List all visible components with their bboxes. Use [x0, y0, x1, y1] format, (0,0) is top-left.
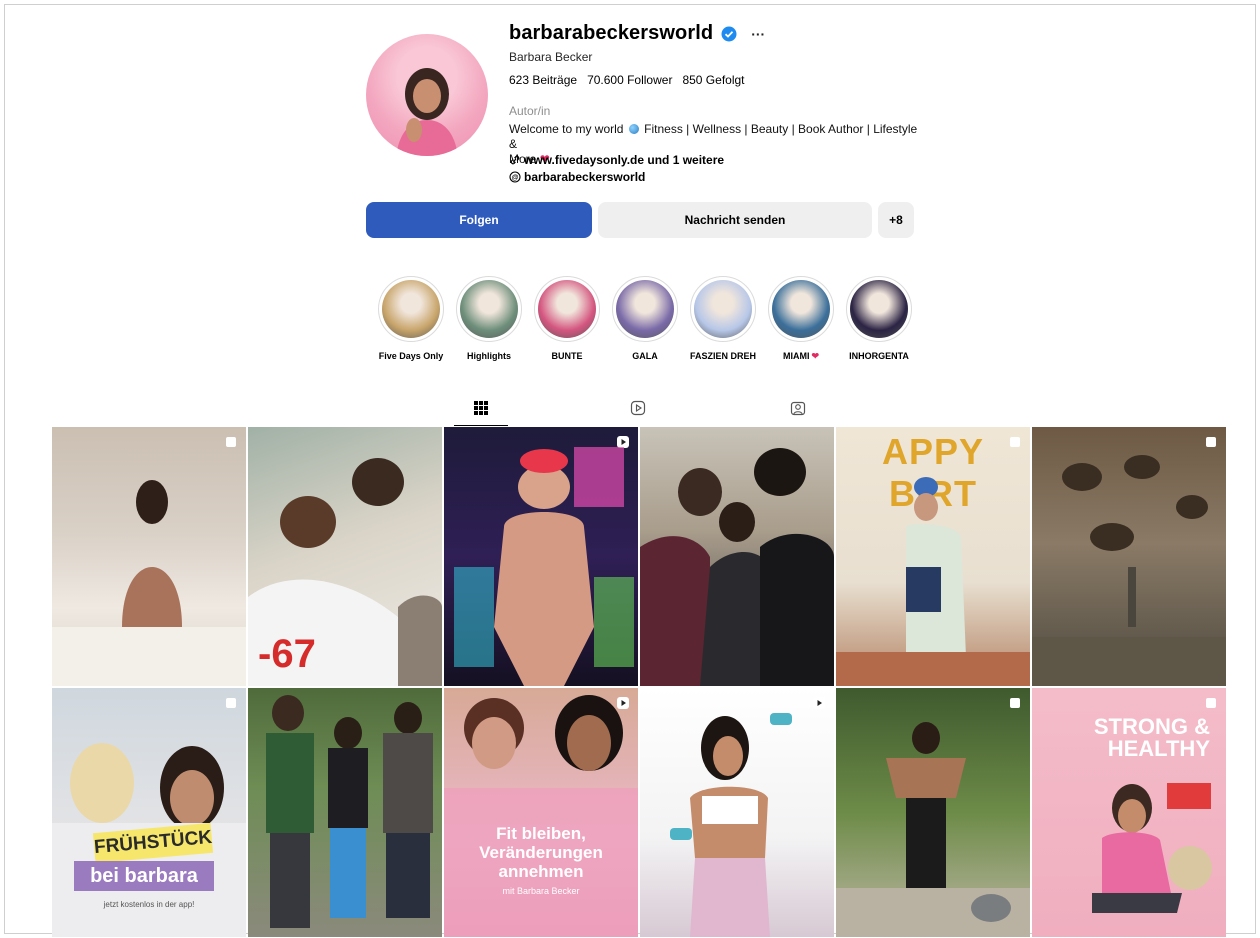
- highlight-ring: [378, 276, 444, 342]
- tab-posts[interactable]: [455, 396, 507, 426]
- username-row: barbarabeckersworld ···: [509, 22, 765, 45]
- highlight-label: GALA: [632, 351, 658, 361]
- highlight-label-row: MIAMI ❤: [762, 351, 840, 362]
- story-highlight[interactable]: GALA: [606, 276, 684, 361]
- active-tab-indicator: [454, 425, 508, 426]
- highlight-cover: [538, 280, 596, 338]
- post-tile[interactable]: FRÜHSTÜCK bei barbara jetzt kostenlos in…: [52, 688, 246, 937]
- post-tile[interactable]: [52, 427, 246, 686]
- post-overlay-subtitle: mit Barbara Becker: [502, 886, 580, 896]
- post-photo-rock-icon: [1032, 455, 1226, 686]
- profile-avatar[interactable]: [366, 34, 488, 156]
- globe-icon: [628, 124, 639, 134]
- post-tile[interactable]: -67: [248, 427, 442, 686]
- tab-tagged[interactable]: [772, 396, 824, 426]
- post-tile[interactable]: [248, 688, 442, 937]
- verified-badge-icon: [721, 26, 737, 41]
- threads-link[interactable]: @ barbarabeckersworld: [509, 170, 645, 184]
- reels-icon: [630, 400, 646, 416]
- post-tile[interactable]: [836, 688, 1030, 937]
- post-photo-figure-icon: [454, 447, 634, 686]
- highlight-ring: [846, 276, 912, 342]
- post-tile[interactable]: [640, 688, 834, 937]
- bio-text-a: Welcome to my world: [509, 122, 624, 136]
- post-photo-interview-icon: [444, 695, 638, 937]
- post-tile[interactable]: STRONG & HEALTHY: [1032, 688, 1226, 937]
- svg-text:@: @: [512, 175, 519, 182]
- post-photo-person-icon: [52, 480, 246, 686]
- highlight-ring: [534, 276, 600, 342]
- post-tile[interactable]: Fit bleiben, Veränderungen annehmen mit …: [444, 688, 638, 937]
- highlight-cover: [694, 280, 752, 338]
- post-overlay-title: Fit bleiben, Veränderungen annehmen: [479, 824, 603, 881]
- grid-icon: [474, 401, 488, 415]
- username: barbarabeckersworld: [509, 22, 714, 44]
- story-highlight[interactable]: FASZIEN DREH: [684, 276, 762, 361]
- message-button[interactable]: Nachricht senden: [598, 202, 872, 238]
- link-icon: [510, 155, 520, 165]
- highlight-ring: [456, 276, 522, 342]
- post-overlay-text: -67: [258, 632, 316, 676]
- highlight-cover: [772, 280, 830, 338]
- highlight-cover: [382, 280, 440, 338]
- highlight-cover: [460, 280, 518, 338]
- post-overlay-subtitle: bei barbara: [74, 861, 214, 891]
- story-highlight[interactable]: MIAMI ❤: [762, 276, 840, 362]
- post-tile[interactable]: [1032, 427, 1226, 686]
- post-photo-pose-icon: [836, 722, 1030, 937]
- tab-reels[interactable]: [612, 396, 664, 426]
- highlight-ring: [690, 276, 756, 342]
- post-tile[interactable]: APPY BIRT: [836, 427, 1030, 686]
- story-highlight[interactable]: Five Days Only: [372, 276, 450, 361]
- link-text[interactable]: www.fivedaysonly.de und 1 weitere: [524, 153, 724, 167]
- threads-icon: @: [509, 171, 521, 183]
- highlight-label: INHORGENTA: [849, 351, 909, 361]
- highlight-label: MIAMI: [782, 351, 810, 361]
- profile-stats: 623 Beiträge 70.600 Follower 850 Gefolgt: [509, 73, 745, 87]
- post-photo-couple-icon: [836, 477, 1030, 686]
- full-name: Barbara Becker: [509, 50, 593, 64]
- highlight-label: Highlights: [467, 351, 511, 361]
- story-highlight[interactable]: Highlights: [450, 276, 528, 361]
- followers-count[interactable]: 70.600 Follower: [587, 73, 672, 87]
- profile-link[interactable]: www.fivedaysonly.de und 1 weitere: [509, 153, 724, 167]
- post-tile[interactable]: [640, 427, 834, 686]
- post-photo-fitness-icon: [670, 713, 792, 937]
- posts-count: 623 Beiträge: [509, 73, 578, 87]
- follow-button[interactable]: Folgen: [366, 202, 592, 238]
- post-photo-book-icon: [1092, 783, 1212, 913]
- following-count[interactable]: 850 Gefolgt: [682, 73, 744, 87]
- tagged-icon: [790, 401, 806, 416]
- highlight-cover: [616, 280, 674, 338]
- post-tile[interactable]: [444, 427, 638, 686]
- story-highlight[interactable]: INHORGENTA: [840, 276, 918, 361]
- highlight-label: BUNTE: [551, 351, 583, 361]
- heart-icon: ❤: [811, 351, 820, 361]
- highlight-ring: [768, 276, 834, 342]
- profile-category: Autor/in: [509, 104, 551, 118]
- add-user-button[interactable]: +8: [878, 202, 914, 238]
- post-photo-trio-garden-icon: [266, 695, 433, 928]
- highlight-label: FASZIEN DREH: [689, 351, 756, 361]
- story-highlight[interactable]: BUNTE: [528, 276, 606, 361]
- post-overlay-note: jetzt kostenlos in der app!: [103, 900, 195, 909]
- highlight-ring: [612, 276, 678, 342]
- add-user-icon: +8: [889, 213, 903, 227]
- more-options-icon[interactable]: ···: [751, 27, 765, 41]
- threads-text[interactable]: barbarabeckersworld: [524, 170, 645, 184]
- highlight-cover: [850, 280, 908, 338]
- highlight-label: Five Days Only: [378, 351, 444, 361]
- post-photo-trio-icon: [640, 448, 834, 686]
- posts-grid: -67 APPY BIRT: [52, 427, 1227, 937]
